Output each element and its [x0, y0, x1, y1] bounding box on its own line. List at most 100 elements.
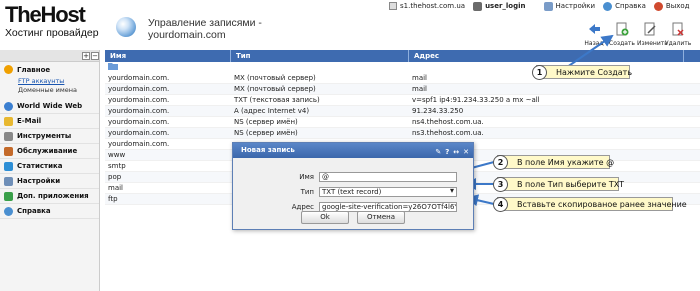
delete-button[interactable]: Удалить: [665, 22, 691, 47]
create-button[interactable]: Создать: [609, 22, 635, 47]
sidebar-item-label: Доп. приложения: [17, 192, 89, 200]
sidebar-item-email[interactable]: E-Mail: [0, 114, 99, 129]
dialog-controls: ✎ ? ↔ ✕: [435, 145, 469, 160]
callout-text: Вставьте скопированое ранее значение: [517, 199, 687, 209]
name-row: Имя @: [233, 171, 473, 183]
sidebar-item-label: World Wide Web: [17, 102, 83, 110]
server-name: s1.thehost.com.ua: [400, 2, 466, 10]
cell-address: ns3.thehost.com.ua.: [412, 129, 484, 137]
sidebar-item-main[interactable]: Главное: [0, 62, 99, 77]
sidebar-item-tools[interactable]: Инструменты: [0, 129, 99, 144]
cell-address: 91.234.33.250: [412, 107, 464, 115]
cell-name: yourdomain.com.: [108, 96, 170, 104]
table-row[interactable]: yourdomain.com. NS (сервер имён) ns3.theho…: [105, 128, 700, 139]
table-row[interactable]: yourdomain.com. TXT (текстовая запись) v=s…: [105, 95, 700, 106]
pin-icon[interactable]: ✎: [435, 145, 441, 160]
sidebar-item-www[interactable]: World Wide Web: [0, 99, 99, 114]
sidebar-item-label: E-Mail: [17, 117, 42, 125]
callout-step-3: 3 В поле Тип выберите TXT: [493, 177, 624, 192]
page-title-line2: yourdomain.com: [148, 29, 226, 41]
page-title-line1: Управление записями -: [148, 17, 262, 29]
create-label: Создать: [609, 40, 635, 47]
edit-doc-icon: [644, 22, 656, 36]
toolbar: Назад Создать Изменить Удалить: [581, 22, 691, 47]
sidebar-item-label: Настройки: [17, 177, 61, 185]
maximize-icon[interactable]: ↔: [453, 145, 459, 160]
cell-type: MX (почтовый сервер): [234, 85, 316, 93]
sidebar-item-label: Обслуживание: [17, 147, 78, 155]
table-header: Имя Тип Адрес: [105, 50, 700, 62]
cell-name: mail: [108, 184, 123, 192]
callout-text: В поле Тип выберите TXT: [517, 179, 624, 189]
folder-up-icon: [108, 63, 118, 70]
logo-sub-text: Хостинг провайдер: [5, 27, 99, 39]
cell-name: pop: [108, 173, 122, 181]
settings-label: Настройки: [555, 2, 596, 10]
name-field[interactable]: @: [319, 172, 457, 182]
exit-icon: [653, 1, 663, 11]
server-icon: [389, 2, 397, 10]
callout-step-4: 4 Вставьте скопированое ранее значение: [493, 197, 687, 212]
cell-name: yourdomain.com.: [108, 74, 170, 82]
table-row[interactable]: yourdomain.com. MX (почтовый сервер) mail: [105, 84, 700, 95]
settings-link[interactable]: Настройки: [540, 1, 600, 11]
table-row[interactable]: yourdomain.com. A (адрес Internet v4) 91.2…: [105, 106, 700, 117]
sidebar-item-label: Статистика: [17, 162, 63, 170]
dialog-buttons: Ok Отмена: [233, 211, 473, 224]
back-button[interactable]: Назад: [581, 22, 607, 47]
column-header-type[interactable]: Тип: [231, 50, 409, 62]
help-icon: [603, 1, 613, 11]
sidebar-sub-ftp[interactable]: FTP аккаунты: [0, 77, 99, 86]
cell-type: A (адрес Internet v4): [234, 107, 310, 115]
type-select[interactable]: TXT (text record): [319, 187, 457, 197]
stats-icon: [4, 161, 13, 171]
cell-type: NS (сервер имён): [234, 118, 298, 126]
globe-small-icon: [4, 101, 13, 111]
server-link[interactable]: s1.thehost.com.ua: [385, 2, 469, 10]
edit-button[interactable]: Изменить: [637, 22, 668, 47]
sidebar-item-maintenance[interactable]: Обслуживание: [0, 144, 99, 159]
envelope-icon: [4, 116, 13, 126]
dialog-title: Новая запись: [241, 146, 295, 154]
help-label: Справка: [615, 2, 646, 10]
cell-name: yourdomain.com.: [108, 140, 170, 148]
sidebar-item-apps[interactable]: Доп. приложения: [0, 189, 99, 204]
cell-name: ftp: [108, 195, 118, 203]
help-icon[interactable]: ?: [445, 145, 449, 160]
cancel-button[interactable]: Отмена: [357, 211, 405, 224]
back-arrow-icon: [589, 24, 600, 34]
expand-all-icon[interactable]: +: [82, 52, 90, 60]
exit-link[interactable]: Выход: [650, 1, 694, 11]
column-header-address[interactable]: Адрес: [409, 50, 684, 62]
table-row[interactable]: yourdomain.com. NS (сервер имён) ns4.theho…: [105, 117, 700, 128]
collapse-all-icon[interactable]: −: [91, 52, 99, 60]
user-link[interactable]: user_login: [469, 1, 529, 11]
sidebar-item-help[interactable]: Справка: [0, 204, 99, 219]
globe-icon: [116, 17, 136, 37]
user-icon: [473, 1, 483, 11]
callout-number: 2: [493, 155, 508, 170]
address-label: Адрес: [291, 203, 314, 211]
help-small-icon: [4, 206, 13, 216]
sidebar-item-settings[interactable]: Настройки: [0, 174, 99, 189]
callout-text: Нажмите Создать: [556, 67, 633, 77]
column-header-name[interactable]: Имя: [105, 50, 231, 62]
callout-text: В поле Имя укажите @: [517, 157, 615, 167]
create-doc-icon: [616, 22, 629, 36]
cell-type: MX (почтовый сервер): [234, 74, 316, 82]
sidebar-item-stats[interactable]: Статистика: [0, 159, 99, 174]
dialog-title-bar: Новая запись ✎ ? ↔ ✕: [233, 143, 473, 158]
apps-icon: [4, 191, 13, 201]
cell-address: v=spf1 ip4:91.234.33.250 a mx ~all: [412, 96, 540, 104]
settings-icon: [543, 1, 553, 11]
sidebar-sub-domains[interactable]: Доменные имена: [0, 86, 99, 95]
help-link[interactable]: Справка: [599, 1, 650, 11]
ok-button[interactable]: Ok: [301, 211, 349, 224]
settings-small-icon: [4, 176, 13, 186]
logo-main-text: TheHost: [5, 2, 86, 27]
cell-type: TXT (текстовая запись): [234, 96, 320, 104]
tools-icon: [4, 131, 13, 141]
sidebar-header: + −: [0, 50, 99, 62]
home-icon: [4, 65, 13, 74]
close-icon[interactable]: ✕: [463, 145, 469, 160]
